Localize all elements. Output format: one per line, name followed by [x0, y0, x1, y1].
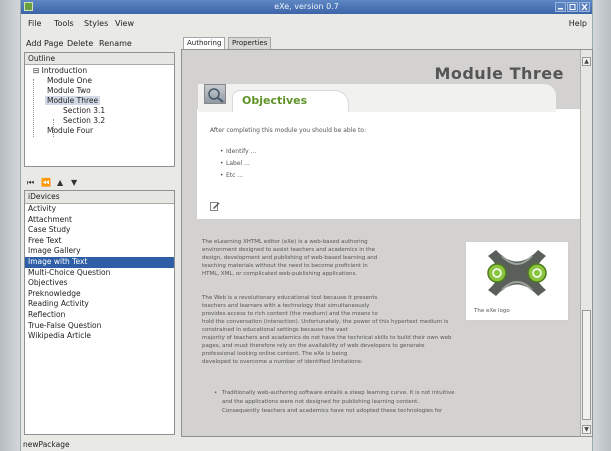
idevice-item[interactable]: Free Text — [25, 236, 174, 247]
rename-button[interactable]: Rename — [99, 39, 132, 48]
body-text-line: The Web is a revolutionary educational t… — [202, 295, 378, 301]
body-text-line: developed to overcome a number of identi… — [202, 359, 363, 365]
objectives-icon — [204, 84, 226, 104]
title-bar: eXe, version 0.7 — [21, 0, 592, 14]
minimize-button[interactable] — [555, 2, 566, 12]
move-up-button[interactable]: ▲ — [57, 178, 63, 187]
menu-help[interactable]: Help — [569, 19, 587, 28]
menu-bar: File Tools Styles View Help — [21, 18, 592, 30]
exe-logo-image — [487, 250, 547, 296]
outline-item[interactable]: Section 3.1 — [61, 106, 107, 115]
idevice-item[interactable]: True-False Question — [25, 321, 174, 332]
idevices-header: iDevices — [25, 191, 174, 204]
add-page-button[interactable]: Add Page — [26, 39, 63, 48]
authoring-pane: Module Three Objectives After completing… — [181, 49, 593, 437]
body-text-line: design, development and publishing of we… — [202, 255, 378, 261]
body-text-line: Consequently teachers and academics have… — [222, 408, 443, 414]
objectives-intro: After completing this module you should … — [210, 127, 367, 134]
outline-item[interactable]: Section 3.2 — [61, 116, 107, 125]
desktop-left-edge — [0, 0, 20, 451]
idevice-item[interactable]: Preknowledge — [25, 289, 174, 300]
body-text-line: provides access to rich content (the med… — [202, 311, 378, 317]
idevice-item[interactable]: Activity — [25, 204, 174, 215]
bullet-marker: • — [214, 390, 218, 396]
body-text-line: teachers and learners with a technology … — [202, 303, 370, 309]
window-title: eXe, version 0.7 — [274, 2, 339, 11]
scroll-thumb[interactable] — [582, 310, 591, 420]
outline-nav-bar: ⏮ ⏪ ▲ ▼ — [24, 178, 175, 188]
outline-toolbar: Add Page Delete Rename — [21, 38, 176, 50]
idevice-item[interactable]: Attachment — [25, 215, 174, 226]
idevice-item[interactable]: Wikipedia Article — [25, 331, 174, 342]
idevice-item[interactable]: Image with Text — [25, 256, 174, 268]
expander-icon[interactable]: ⊟ — [33, 66, 42, 75]
vertical-scrollbar[interactable]: ▲ ▼ — [580, 50, 592, 436]
idevice-item[interactable]: Reflection — [25, 310, 174, 321]
outline-item[interactable]: Module One — [45, 76, 94, 85]
objectives-title: Objectives — [242, 94, 308, 107]
scroll-up-icon[interactable]: ▲ — [582, 57, 591, 66]
outline-item[interactable]: ⊟ Introduction — [31, 66, 89, 75]
close-icon — [581, 3, 588, 11]
outline-item[interactable]: Module Four — [45, 126, 95, 135]
minimize-icon — [558, 8, 563, 10]
menu-tools[interactable]: Tools — [54, 19, 74, 28]
idevice-item[interactable]: Reading Activity — [25, 299, 174, 310]
edit-icon[interactable] — [210, 201, 220, 211]
menu-file[interactable]: File — [28, 19, 41, 28]
body-text-line: HTML, XML, or complicated web-publishing… — [202, 271, 358, 277]
move-first-button[interactable]: ⏮ — [27, 178, 34, 188]
body-text-line: teaching materials without the need to b… — [202, 263, 368, 269]
idevice-item[interactable]: Case Study — [25, 225, 174, 236]
objective-bullet: Identify ... — [220, 148, 256, 155]
body-text-line: pages, and must therefore rely on the av… — [202, 343, 425, 349]
objective-bullet: Label ... — [220, 160, 250, 167]
body-text-line: and the applications were not designed f… — [222, 399, 420, 405]
body-text-line: professional looking online content. The… — [202, 351, 348, 357]
status-bar: newPackage — [23, 440, 70, 449]
menu-styles[interactable]: Styles — [84, 19, 108, 28]
move-down-button[interactable]: ▼ — [71, 178, 77, 187]
logo-caption: The eXe logo — [474, 308, 510, 314]
desktop-right-edge — [593, 0, 611, 451]
move-prev-button[interactable]: ⏪ — [41, 178, 51, 187]
outline-panel: Outline ⊟ Introduction Module One Module T… — [24, 52, 175, 167]
app-window: eXe, version 0.7 File Tools Styles View … — [20, 0, 593, 451]
close-button[interactable] — [579, 2, 590, 12]
maximize-icon — [569, 4, 576, 10]
body-text-line: Traditionally web-authoring software ent… — [222, 390, 455, 396]
idevice-item[interactable]: Image Gallery — [25, 246, 174, 257]
idevice-item[interactable]: Objectives — [25, 278, 174, 289]
scroll-down-icon[interactable]: ▼ — [582, 425, 591, 434]
outline-item-label: Introduction — [41, 66, 88, 75]
page-title: Module Three — [434, 64, 564, 83]
delete-button[interactable]: Delete — [67, 39, 93, 48]
maximize-button[interactable] — [567, 2, 578, 12]
idevice-item[interactable]: Multi-Choice Question — [25, 268, 174, 279]
body-text-line: hold the conversation (interaction). Unf… — [202, 319, 449, 325]
outline-item[interactable]: Module Three — [45, 96, 101, 105]
objectives-box — [196, 108, 584, 220]
body-text-line: constrained in educational settings beca… — [202, 327, 348, 333]
body-text-line: environment designed to assist teachers … — [202, 247, 376, 253]
objective-bullet: Etc ... — [220, 172, 243, 179]
menu-view[interactable]: View — [115, 19, 134, 28]
idevices-panel: iDevices Activity Attachment Case Study Fre… — [24, 190, 175, 435]
body-text-line: The eLearning XHTML editor (eXe) is a we… — [202, 239, 368, 245]
tree-guide — [33, 79, 34, 137]
outline-header: Outline — [25, 53, 174, 65]
tab-properties[interactable]: Properties — [228, 37, 272, 49]
body-text-line: majority of teachers and academics do no… — [202, 335, 452, 341]
outline-item[interactable]: Module Two — [45, 86, 93, 95]
